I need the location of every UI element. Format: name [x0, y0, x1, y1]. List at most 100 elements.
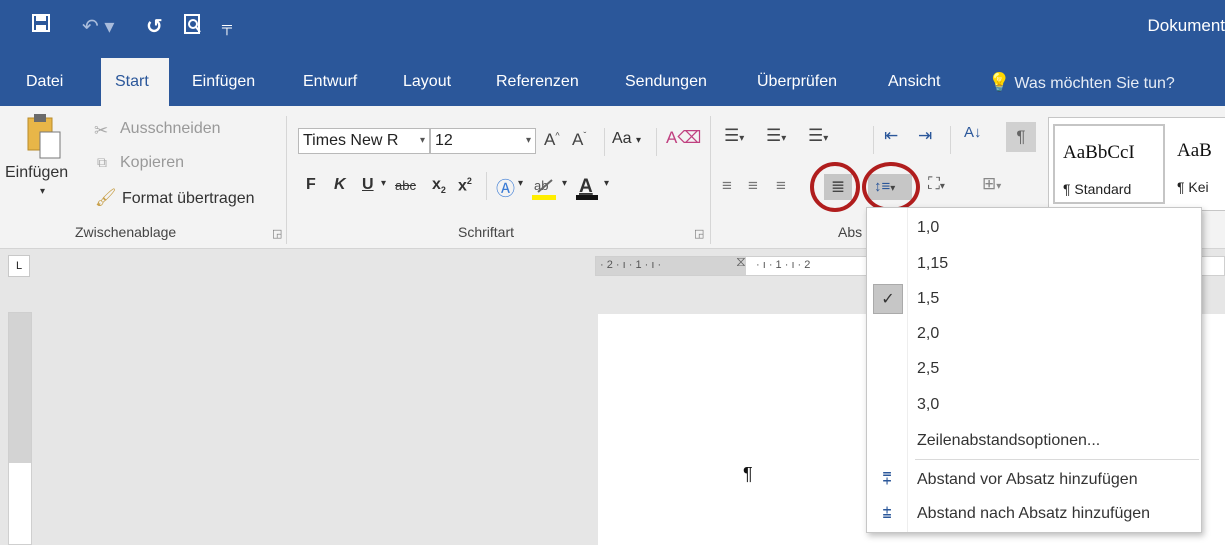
align-center-icon[interactable]: ≡: [748, 176, 758, 196]
borders-icon[interactable]: ⊞▾: [982, 174, 1001, 194]
divider: [604, 128, 605, 156]
increase-indent-icon[interactable]: ⇥: [918, 126, 932, 146]
print-preview-icon[interactable]: [184, 14, 202, 40]
tab-layout[interactable]: Layout: [392, 58, 462, 106]
tab-ueberpruefen[interactable]: Überprüfen: [746, 58, 848, 106]
svg-text:A: A: [579, 176, 593, 197]
sort-icon[interactable]: A↓: [964, 124, 982, 141]
paste-button[interactable]: [22, 112, 66, 167]
undo-icon[interactable]: ↶ ▾: [82, 14, 114, 39]
copy-button[interactable]: Kopieren: [120, 154, 184, 172]
customize-icon[interactable]: ╤: [222, 18, 232, 34]
space-before-icon: ⩱: [882, 471, 892, 488]
shrink-font-icon[interactable]: Aˇ: [572, 130, 586, 150]
repeat-icon[interactable]: ↺: [146, 14, 163, 39]
underline-dropdown-icon[interactable]: ▾: [381, 178, 386, 189]
grow-font-icon[interactable]: A^: [544, 130, 560, 150]
change-case-button[interactable]: Aa ▾: [612, 130, 641, 148]
window-title: Dokument: [1147, 16, 1225, 35]
bold-button[interactable]: F: [306, 176, 316, 194]
pilcrow-mark: ¶: [743, 464, 753, 484]
tab-sendungen[interactable]: Sendungen: [614, 58, 718, 106]
subscript-button[interactable]: x2: [432, 176, 446, 195]
font-launcher-icon[interactable]: ◲: [694, 227, 704, 240]
menu-item-label: 2,5: [917, 360, 940, 377]
superscript-label: x: [458, 177, 467, 195]
menu-item-1-15[interactable]: 1,15: [867, 246, 1201, 282]
multilevel-list-icon[interactable]: ☰▾: [808, 126, 828, 146]
paste-label[interactable]: Einfügen: [5, 164, 68, 182]
decrease-indent-icon[interactable]: ⇤: [884, 126, 898, 146]
tab-referenzen[interactable]: Referenzen: [485, 58, 590, 106]
menu-item-1-5[interactable]: ✓ 1,5: [867, 281, 1201, 317]
styles-gallery: AaBbCcI ¶ Standard AaB ¶ Kei: [1048, 117, 1225, 211]
clear-formatting-icon[interactable]: A⌫: [666, 128, 701, 148]
show-formatting-marks-icon[interactable]: ¶: [1006, 122, 1036, 152]
format-painter-button[interactable]: Format übertragen: [122, 190, 255, 208]
style-kein-leerraum[interactable]: AaB ¶ Kei: [1169, 124, 1225, 204]
bullets-icon[interactable]: ☰▾: [724, 126, 744, 146]
ruler-margin: [9, 313, 31, 463]
menu-item-3-0[interactable]: 3,0: [867, 387, 1201, 423]
underline-button[interactable]: U: [362, 176, 374, 194]
highlight-ring-justify: [810, 162, 860, 212]
font-name-combo[interactable]: Times New R ▾: [298, 128, 430, 154]
menu-item-add-space-before[interactable]: ⩱ Abstand vor Absatz hinzufügen: [867, 462, 1201, 498]
text-effects-icon[interactable]: Ⓐ: [496, 174, 515, 201]
tab-datei[interactable]: Datei: [15, 58, 74, 106]
font-color-dropdown-icon[interactable]: ▾: [604, 178, 609, 189]
menu-item-label: Abstand nach Absatz hinzufügen: [917, 505, 1151, 522]
ruler-ticks: · ı · 1 · ı · 2: [756, 259, 811, 271]
font-size-combo[interactable]: 12 ▾: [430, 128, 536, 154]
align-right-icon[interactable]: ≡: [776, 176, 786, 196]
group-divider: [286, 116, 287, 244]
vertical-ruler[interactable]: [8, 312, 32, 545]
save-icon[interactable]: [32, 14, 50, 38]
font-color-icon[interactable]: A: [574, 172, 602, 207]
menu-item-1-0[interactable]: 1,0: [867, 210, 1201, 246]
line-spacing-menu: 1,0 1,15 ✓ 1,5 2,0 2,5 3,0 Zeilenabstand…: [866, 207, 1202, 533]
strikethrough-button[interactable]: abc: [395, 178, 416, 193]
font-group-label: Schriftart: [458, 224, 515, 240]
highlight-dropdown-icon[interactable]: ▾: [562, 178, 567, 189]
style-standard[interactable]: AaBbCcI ¶ Standard: [1053, 124, 1165, 204]
menu-item-label: 2,0: [917, 325, 940, 342]
tell-me-placeholder: Was möchten Sie tun?: [1014, 75, 1175, 92]
chevron-down-icon: ▾: [525, 135, 531, 146]
style-name: ¶ Standard: [1063, 181, 1132, 197]
tab-ansicht[interactable]: Ansicht: [877, 58, 951, 106]
paste-dropdown-icon[interactable]: ▾: [40, 186, 45, 197]
text-effects-dropdown-icon[interactable]: ▾: [518, 178, 523, 189]
menu-item-2-0[interactable]: 2,0: [867, 316, 1201, 352]
subscript-label: x: [432, 176, 441, 193]
menu-item-line-spacing-options[interactable]: Zeilenabstandsoptionen...: [867, 423, 1201, 459]
highlight-color-icon[interactable]: ab: [530, 172, 560, 207]
menu-item-add-space-after[interactable]: ⩲ Abstand nach Absatz hinzufügen: [867, 496, 1201, 532]
italic-button[interactable]: K: [334, 176, 346, 194]
clipboard-launcher-icon[interactable]: ◲: [272, 227, 282, 240]
cut-button[interactable]: Ausschneiden: [120, 120, 221, 138]
ribbon-tabs: Datei Start Einfügen Entwurf Layout Refe…: [0, 58, 1225, 106]
change-case-label: Aa: [612, 130, 632, 147]
tell-me-search[interactable]: 💡 Was möchten Sie tun?: [988, 58, 1175, 106]
numbering-icon[interactable]: ☰▾: [766, 126, 786, 146]
menu-item-label: Abstand vor Absatz hinzufügen: [917, 471, 1138, 488]
group-divider: [710, 116, 711, 244]
tab-start[interactable]: Start: [101, 58, 169, 106]
superscript-button[interactable]: x2: [458, 176, 472, 195]
menu-item-2-5[interactable]: 2,5: [867, 351, 1201, 387]
style-name: ¶ Kei: [1177, 179, 1209, 195]
scissors-icon: ✂: [94, 121, 109, 140]
space-after-icon: ⩲: [882, 505, 892, 522]
tab-einfuegen[interactable]: Einfügen: [181, 58, 266, 106]
shading-icon[interactable]: ⛶▾: [928, 174, 945, 194]
tab-entwurf[interactable]: Entwurf: [292, 58, 368, 106]
menu-item-label: 3,0: [917, 396, 940, 413]
tab-selector[interactable]: L: [8, 255, 30, 277]
align-left-icon[interactable]: ≡: [722, 176, 732, 196]
divider: [656, 128, 657, 156]
font-size-value: 12: [435, 132, 453, 149]
indent-marker-icon[interactable]: ⧖: [736, 253, 746, 270]
paragraph-group-label: Abs: [838, 224, 863, 240]
menu-item-label: Zeilenabstandsoptionen...: [917, 432, 1101, 449]
